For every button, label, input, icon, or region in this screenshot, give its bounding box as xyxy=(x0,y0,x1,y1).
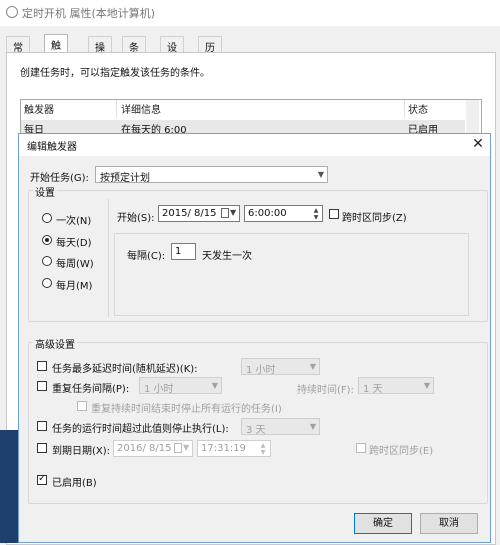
stop-longer-checkbox[interactable] xyxy=(37,421,47,431)
recur-suffix: 天发生一次 xyxy=(202,251,252,262)
begin-task-value: 按预定计划 xyxy=(100,173,150,184)
radio-once[interactable] xyxy=(42,213,52,223)
start-time-value: 6:00:00 xyxy=(248,208,287,219)
radio-daily[interactable] xyxy=(42,235,52,245)
recurrence-panel xyxy=(114,233,469,316)
calendar-icon xyxy=(174,443,182,453)
delay-select[interactable]: 1 小时 ▼ xyxy=(241,358,320,376)
expire-sync-checkbox[interactable] xyxy=(356,443,366,453)
expire-checkbox[interactable] xyxy=(37,443,47,453)
start-time-field[interactable]: 6:00:00 ▲ ▼ xyxy=(244,205,323,222)
repeat-checkbox[interactable] xyxy=(37,381,47,391)
start-date-value: 2015/ 8/15 xyxy=(162,208,217,219)
ok-button[interactable]: 确定 xyxy=(354,513,412,534)
dialog-titlebar xyxy=(19,134,490,156)
expire-date-value: 2016/ 8/15 xyxy=(117,443,172,454)
start-date-picker[interactable]: 2015/ 8/15 ▼ xyxy=(158,205,240,222)
delay-value: 1 小时 xyxy=(246,365,276,376)
radio-once-label: 一次(N) xyxy=(56,216,92,227)
cancel-button[interactable]: 取消 xyxy=(420,513,478,534)
spin-buttons-icon[interactable]: ▲ ▼ xyxy=(258,442,268,456)
stop-longer-label: 任务的运行时间超过此值则停止执行(L): xyxy=(52,424,229,435)
column-header-trigger[interactable]: 触发器 xyxy=(24,101,54,116)
window-title: 定时开机 属性(本地计算机) xyxy=(22,7,156,20)
chevron-down-icon: ▼ xyxy=(317,170,324,179)
chevron-down-icon: ▼ xyxy=(183,443,190,452)
repeat-label: 重复任务间隔(P): xyxy=(52,384,130,395)
expire-sync-label: 跨时区同步(E) xyxy=(369,446,434,457)
chevron-down-icon: ▼ xyxy=(211,381,218,390)
desktop-background xyxy=(0,430,18,543)
table-row[interactable] xyxy=(21,120,465,134)
sync-timezone-checkbox[interactable] xyxy=(329,209,339,219)
stop-all-label: 重复持续时间结束时停止所有运行的任务(I) xyxy=(91,404,282,415)
chevron-down-icon: ▼ xyxy=(230,208,237,217)
expire-time-field[interactable]: 17:31:19 ▲ ▼ xyxy=(197,440,271,457)
begin-task-label: 开始任务(G): xyxy=(30,173,89,184)
enabled-checkbox[interactable]: ✓ xyxy=(37,473,47,485)
repeat-value: 1 小时 xyxy=(144,384,174,395)
table-scrollbar[interactable] xyxy=(466,100,479,133)
chevron-down-icon: ▼ xyxy=(423,381,430,390)
spin-buttons-icon[interactable]: ▲ ▼ xyxy=(311,207,321,221)
duration-label: 持续时间(F): xyxy=(297,385,354,396)
expire-date-picker[interactable]: 2016/ 8/15 ▼ xyxy=(113,440,193,457)
duration-value: 1 天 xyxy=(363,384,383,395)
column-header-status[interactable]: 状态 xyxy=(408,101,428,116)
calendar-icon xyxy=(221,208,229,218)
duration-select[interactable]: 1 天 ▼ xyxy=(358,377,434,395)
settings-legend: 设置 xyxy=(33,184,57,199)
close-icon[interactable]: ✕ xyxy=(470,136,486,152)
radio-monthly[interactable] xyxy=(42,278,52,288)
begin-task-select[interactable]: 按预定计划 ▼ xyxy=(95,166,328,184)
stop-all-checkbox[interactable] xyxy=(77,401,87,411)
recur-label: 每隔(C): xyxy=(127,251,166,262)
clock-icon xyxy=(6,6,18,18)
start-label: 开始(S): xyxy=(117,213,155,224)
advanced-legend: 高级设置 xyxy=(33,336,77,351)
radio-daily-label: 每天(D) xyxy=(56,238,92,249)
expire-time-value: 17:31:19 xyxy=(201,443,246,454)
enabled-label: 已启用(B) xyxy=(52,478,97,489)
triggers-description: 创建任务时，可以指定触发该任务的条件。 xyxy=(20,68,210,79)
recur-input[interactable]: 1 xyxy=(171,243,196,260)
chevron-down-icon: ▼ xyxy=(309,362,316,371)
expire-label: 到期日期(X): xyxy=(52,446,111,457)
sync-timezone-label: 跨时区同步(Z) xyxy=(342,213,407,224)
column-header-details[interactable]: 详细信息 xyxy=(121,101,161,116)
chevron-down-icon: ▼ xyxy=(309,422,316,431)
radio-weekly[interactable] xyxy=(42,256,52,266)
checkmark-icon: ✓ xyxy=(38,473,47,484)
recur-value: 1 xyxy=(175,246,182,257)
delay-checkbox[interactable] xyxy=(37,361,47,371)
radio-monthly-label: 每月(M) xyxy=(56,281,93,292)
repeat-select[interactable]: 1 小时 ▼ xyxy=(139,377,222,395)
delay-label: 任务最多延迟时间(随机延迟)(K): xyxy=(52,364,198,375)
radio-weekly-label: 每周(W) xyxy=(56,259,94,270)
dialog-title: 编辑触发器 xyxy=(27,142,77,153)
stop-longer-select[interactable]: 3 天 ▼ xyxy=(241,418,320,436)
stop-longer-value: 3 天 xyxy=(246,425,266,436)
